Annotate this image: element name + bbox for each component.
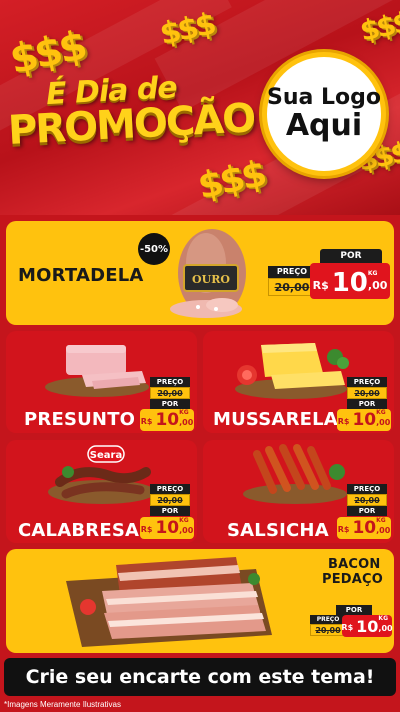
- product-card-bacon[interactable]: BACON PEDAÇO POR PREÇO 20,00 R$ 10 KG ,00: [6, 549, 394, 653]
- currency-symbol: R$: [312, 279, 329, 292]
- cta-button[interactable]: Crie seu encarte com este tema!: [4, 658, 396, 696]
- new-price: R$ 10 KG ,00: [310, 263, 390, 299]
- salsicha-image: [243, 444, 347, 504]
- por-label: POR: [347, 506, 387, 516]
- old-price: 20,00: [347, 387, 387, 399]
- price-decimal: ,00: [367, 279, 388, 292]
- logo-text-line-1: Sua Logo: [267, 84, 382, 110]
- price-decimal: ,00: [376, 418, 391, 427]
- unit-label: KG: [179, 409, 189, 416]
- brand-label: Seara: [90, 450, 122, 461]
- preco-label: PREÇO: [347, 377, 387, 387]
- product-card-mussarela[interactable]: MUSSARELA PREÇO 20,00 POR R$ 10 KG ,00: [203, 331, 394, 433]
- old-price-value: 20,00: [157, 496, 183, 505]
- price-integer: 10: [352, 410, 377, 430]
- por-label: POR: [347, 399, 387, 409]
- unit-label: KG: [179, 517, 189, 524]
- old-price-value: 20,00: [274, 281, 310, 294]
- product-card-presunto[interactable]: PRESUNTO PREÇO 20,00 POR R$ 10 KG ,00: [6, 331, 197, 433]
- por-label: POR: [150, 506, 190, 516]
- currency-symbol: R$: [337, 525, 350, 534]
- product-name-line-1: BACON: [328, 557, 381, 572]
- por-label: POR: [150, 399, 190, 409]
- price-integer: 10: [155, 410, 180, 430]
- price-integer: 10: [352, 518, 377, 538]
- product-name-line-2: PEDAÇO: [322, 572, 384, 587]
- logo-placeholder[interactable]: Sua Logo Aqui: [262, 52, 386, 176]
- product-card-salsicha[interactable]: SALSICHA PREÇO 20,00 POR R$ 10 KG ,00: [203, 440, 394, 543]
- price-decimal: ,00: [179, 526, 194, 535]
- disclaimer-text: *Imagens Meramente Ilustrativas: [4, 700, 121, 709]
- product-name: SALSICHA: [227, 520, 329, 541]
- new-price: R$ 10 KG ,00: [341, 615, 393, 637]
- old-price-value: 20,00: [354, 389, 380, 398]
- brand-label: OURO: [192, 273, 230, 286]
- bacon-image: [66, 557, 272, 647]
- product-name: MORTADELA: [18, 265, 144, 286]
- unit-label: KG: [378, 615, 388, 622]
- product-card-mortadela[interactable]: MORTADELA OURO -50% POR PREÇO 20,00 R$ 1…: [6, 221, 394, 325]
- logo-text-line-2: Aqui: [285, 107, 363, 143]
- preco-label: PREÇO: [150, 377, 190, 387]
- currency-symbol: R$: [140, 525, 153, 534]
- price-decimal: ,00: [376, 526, 391, 535]
- old-price-value: 20,00: [315, 626, 341, 635]
- promo-title: É Dia de PROMOÇÃO: [7, 70, 278, 154]
- new-price: R$ 10 KG ,00: [337, 517, 391, 539]
- presunto-image: [45, 345, 149, 397]
- calabresa-image: Seara: [48, 445, 156, 504]
- old-price: 20,00: [150, 494, 190, 506]
- old-price: 20,00: [268, 278, 316, 296]
- old-price-value: 20,00: [354, 496, 380, 505]
- preco-label: PREÇO: [268, 266, 316, 278]
- product-card-calabresa[interactable]: Seara CALABRESA PREÇO 20,00 POR R$ 10 KG…: [6, 440, 197, 543]
- price-decimal: ,00: [378, 624, 393, 633]
- price-integer: 10: [331, 268, 368, 298]
- por-label: POR: [320, 249, 382, 263]
- new-price: R$ 10 KG ,00: [337, 409, 391, 431]
- por-label: POR: [336, 605, 372, 615]
- currency-symbol: R$: [140, 417, 153, 426]
- new-price: R$ 10 KG ,00: [140, 409, 194, 431]
- price-decimal: ,00: [179, 418, 194, 427]
- header-banner: $$$ $$$ $$$ $$$ $$$ É Dia de PROMOÇÃO Su…: [0, 0, 400, 215]
- product-name: CALABRESA: [18, 520, 140, 541]
- unit-label: KG: [376, 517, 386, 524]
- new-price: R$ 10 KG ,00: [140, 517, 194, 539]
- price-integer: 10: [356, 617, 379, 636]
- discount-badge: -50%: [138, 233, 170, 265]
- preco-label: PREÇO: [150, 484, 190, 494]
- old-price: 20,00: [347, 494, 387, 506]
- currency-symbol: R$: [337, 417, 350, 426]
- preco-label: PREÇO: [347, 484, 387, 494]
- old-price-value: 20,00: [157, 389, 183, 398]
- mortadela-image: OURO: [170, 229, 246, 318]
- product-name: PRESUNTO: [24, 409, 136, 430]
- currency-symbol: R$: [341, 623, 354, 632]
- mussarela-image: [235, 343, 349, 399]
- old-price: 20,00: [150, 387, 190, 399]
- unit-label: KG: [367, 270, 378, 277]
- price-integer: 10: [155, 518, 180, 538]
- unit-label: KG: [376, 409, 386, 416]
- product-name: MUSSARELA: [213, 409, 338, 430]
